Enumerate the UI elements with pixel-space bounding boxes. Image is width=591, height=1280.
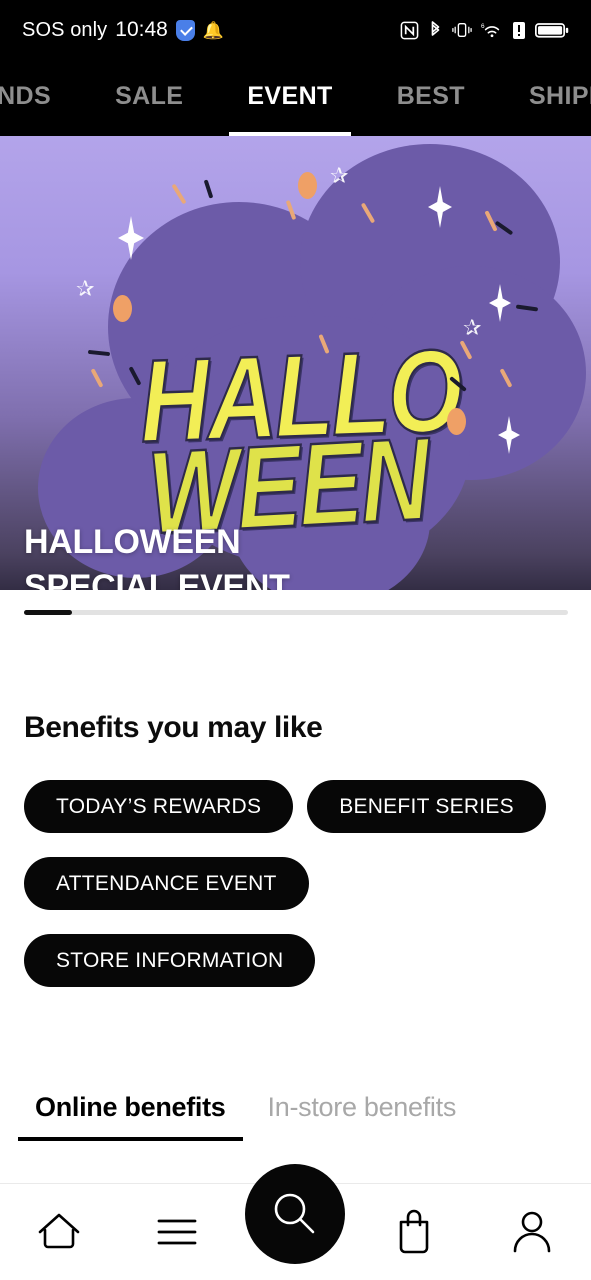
vibrate-icon bbox=[452, 22, 472, 38]
hero-banner[interactable]: HALLO WEEN ✰ ✰ ✰ HALLOWEEN SPECIAL EVENT bbox=[0, 136, 591, 590]
confetti-dash-decoration bbox=[87, 349, 111, 357]
svg-text:6: 6 bbox=[481, 23, 485, 30]
bluetooth-icon bbox=[431, 21, 440, 36]
confetti-dash-decoration bbox=[203, 179, 214, 199]
status-bar-left: SOS only 10:48 🔔 bbox=[22, 18, 224, 42]
chip-benefit-series[interactable]: BENEFIT SERIES bbox=[307, 780, 546, 833]
chip-attendance-event-label: ATTENDANCE EVENT bbox=[56, 871, 277, 895]
hero-title-line1: HALLOWEEN bbox=[24, 523, 241, 561]
tab-shipping[interactable]: SHIPPING bbox=[497, 60, 591, 136]
nav-item-profile[interactable] bbox=[473, 1184, 591, 1280]
tab-online-benefits[interactable]: Online benefits bbox=[18, 1092, 243, 1141]
tab-best-label: BEST bbox=[396, 82, 465, 110]
tab-online-benefits-label: Online benefits bbox=[35, 1092, 226, 1122]
confetti-dash-decoration bbox=[90, 368, 104, 388]
profile-icon bbox=[513, 1211, 551, 1253]
category-tab-strip[interactable]: ENDS SALE EVENT BEST SHIPPING bbox=[0, 60, 591, 136]
sparkle-star-icon: ✰ bbox=[463, 316, 482, 341]
tab-trends[interactable]: ENDS bbox=[0, 60, 83, 136]
wifi6-icon: 6 bbox=[481, 23, 500, 38]
confetti-oval-decoration bbox=[298, 172, 317, 199]
tab-best[interactable]: BEST bbox=[365, 60, 497, 136]
battery-icon bbox=[535, 22, 569, 38]
tab-event-label: EVENT bbox=[247, 82, 333, 110]
shield-icon bbox=[175, 19, 195, 41]
carousel-progress-fill bbox=[24, 610, 72, 615]
page-title: Benefits you may like bbox=[24, 711, 323, 744]
chip-benefit-series-label: BENEFIT SERIES bbox=[339, 794, 514, 818]
status-bar-right: 6 bbox=[400, 20, 569, 40]
nav-item-bag[interactable] bbox=[355, 1184, 473, 1280]
sim-alert-icon bbox=[513, 21, 525, 39]
menu-icon bbox=[157, 1219, 197, 1245]
category-tab-bar[interactable]: ENDS SALE EVENT BEST SHIPPING bbox=[0, 60, 591, 136]
shopping-bag-icon bbox=[399, 1209, 429, 1254]
carrier-label: SOS only bbox=[22, 18, 108, 41]
clock-label: 10:48 bbox=[115, 18, 168, 41]
benefit-chip-group: TODAY’S REWARDS BENEFIT SERIES ATTENDANC… bbox=[24, 780, 569, 1011]
hero-title-line2: SPECIAL EVENT bbox=[24, 567, 290, 590]
tab-sale[interactable]: SALE bbox=[83, 60, 215, 136]
nav-item-home[interactable] bbox=[0, 1184, 118, 1280]
confetti-dash-decoration bbox=[171, 183, 187, 205]
sparkle-star-icon: ✰ bbox=[76, 277, 95, 302]
chip-row: TODAY’S REWARDS BENEFIT SERIES bbox=[24, 780, 569, 833]
nav-item-menu[interactable] bbox=[118, 1184, 236, 1280]
hero-title: HALLOWEEN SPECIAL EVENT bbox=[24, 520, 290, 590]
tab-sale-label: SALE bbox=[115, 82, 184, 110]
benefit-tab-bar[interactable]: Online benefits In-store benefits bbox=[18, 1092, 457, 1141]
confetti-oval-decoration bbox=[113, 295, 132, 322]
chip-row: ATTENDANCE EVENT bbox=[24, 857, 569, 910]
bell-icon: 🔔 bbox=[202, 20, 225, 40]
tab-shipping-label: SHIPPING bbox=[528, 82, 591, 110]
search-icon bbox=[274, 1193, 315, 1234]
tab-in-store-benefits[interactable]: In-store benefits bbox=[268, 1092, 457, 1141]
nfc-icon bbox=[400, 21, 419, 39]
chip-store-information-label: STORE INFORMATION bbox=[56, 948, 284, 972]
search-fab-button[interactable] bbox=[245, 1164, 345, 1264]
phone-screen: SOS only 10:48 🔔 6 NDS SALE EVENT BEST S… bbox=[0, 0, 591, 1280]
chip-todays-rewards[interactable]: TODAY’S REWARDS bbox=[24, 780, 294, 833]
home-icon bbox=[38, 1213, 80, 1249]
chip-attendance-event[interactable]: ATTENDANCE EVENT bbox=[24, 857, 309, 910]
chip-row: STORE INFORMATION bbox=[24, 934, 569, 987]
chip-store-information[interactable]: STORE INFORMATION bbox=[24, 934, 316, 987]
tab-trends-label: ENDS bbox=[0, 82, 52, 110]
carousel-progress-track[interactable] bbox=[24, 610, 568, 615]
chip-todays-rewards-label: TODAY’S REWARDS bbox=[56, 794, 262, 818]
sparkle-star-icon: ✰ bbox=[330, 164, 349, 189]
status-bar: SOS only 10:48 🔔 6 bbox=[0, 0, 591, 60]
tab-event[interactable]: EVENT bbox=[215, 60, 364, 136]
tab-in-store-benefits-label: In-store benefits bbox=[267, 1092, 457, 1122]
confetti-oval-decoration bbox=[447, 408, 466, 435]
